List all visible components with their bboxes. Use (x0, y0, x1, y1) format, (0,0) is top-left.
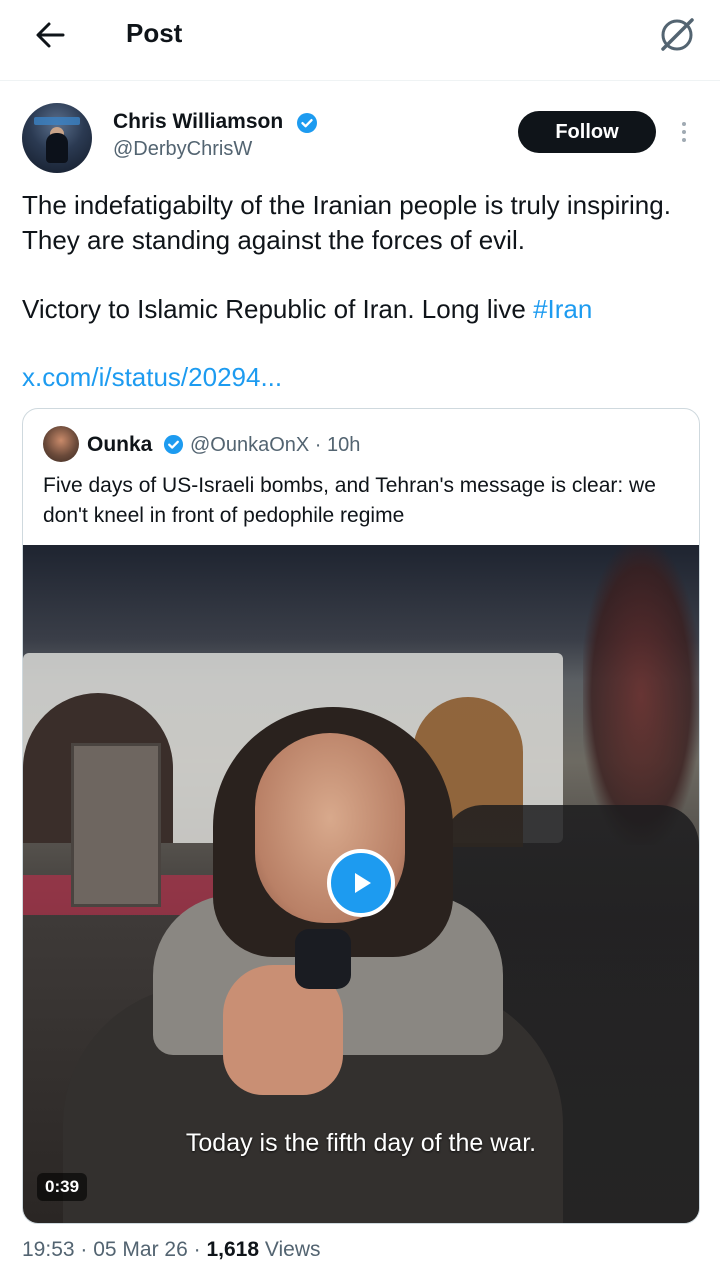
tweet-text-prefix: Victory to Islamic Republic of Iran. Lon… (22, 294, 534, 324)
quoted-tweet-card[interactable]: Ounka @OunkaOnX · 10h Five days of US-Is… (22, 408, 700, 1224)
quoted-text: Five days of US-Israeli bombs, and Tehra… (43, 474, 656, 527)
video-duration: 0:39 (37, 1173, 88, 1201)
separator: · (187, 1238, 207, 1261)
author-handle[interactable]: @DerbyChrisW (113, 138, 252, 161)
quoted-avatar[interactable] (43, 426, 79, 462)
author-avatar[interactable] (22, 103, 92, 173)
grok-icon (661, 18, 694, 51)
verified-badge-icon (297, 113, 317, 133)
tweet-text: The indefatigabilty of the Iranian peopl… (22, 190, 671, 255)
more-options-icon[interactable] (672, 116, 696, 148)
views-count[interactable]: 1,618 (206, 1238, 259, 1261)
play-button[interactable] (327, 849, 395, 917)
quoted-time: · 10h (309, 434, 361, 456)
views-label: Views (259, 1238, 321, 1261)
follow-button[interactable]: Follow (518, 111, 656, 153)
tweet-text-line2: Victory to Islamic Republic of Iran. Lon… (22, 292, 702, 327)
top-bar: Post (0, 0, 720, 81)
post-meta: 19:53 · 05 Mar 26 · 1,618 Views (22, 1238, 321, 1262)
video-player[interactable]: Today is the fifth day of the war. 0:39 (23, 545, 699, 1223)
quoted-meta: @OunkaOnX · 10h (190, 434, 360, 457)
play-icon (355, 873, 371, 893)
grok-button[interactable] (654, 12, 700, 58)
page-title: Post (126, 18, 183, 48)
author-name[interactable]: Chris Williamson (113, 110, 283, 134)
status-link[interactable]: x.com/i/status/20294... (22, 362, 282, 393)
hashtag-link[interactable]: #Iran (533, 294, 592, 324)
arrow-left-icon (36, 22, 65, 48)
quoted-handle: @OunkaOnX (190, 434, 310, 456)
verified-badge-icon (163, 434, 184, 455)
separator: · (74, 1238, 94, 1261)
video-caption: Today is the fifth day of the war. (185, 1129, 537, 1157)
post-time: 19:53 (22, 1238, 75, 1261)
back-button[interactable] (30, 17, 70, 53)
post-date: 05 Mar 26 (93, 1238, 188, 1261)
quoted-author-name[interactable]: Ounka (87, 433, 152, 457)
